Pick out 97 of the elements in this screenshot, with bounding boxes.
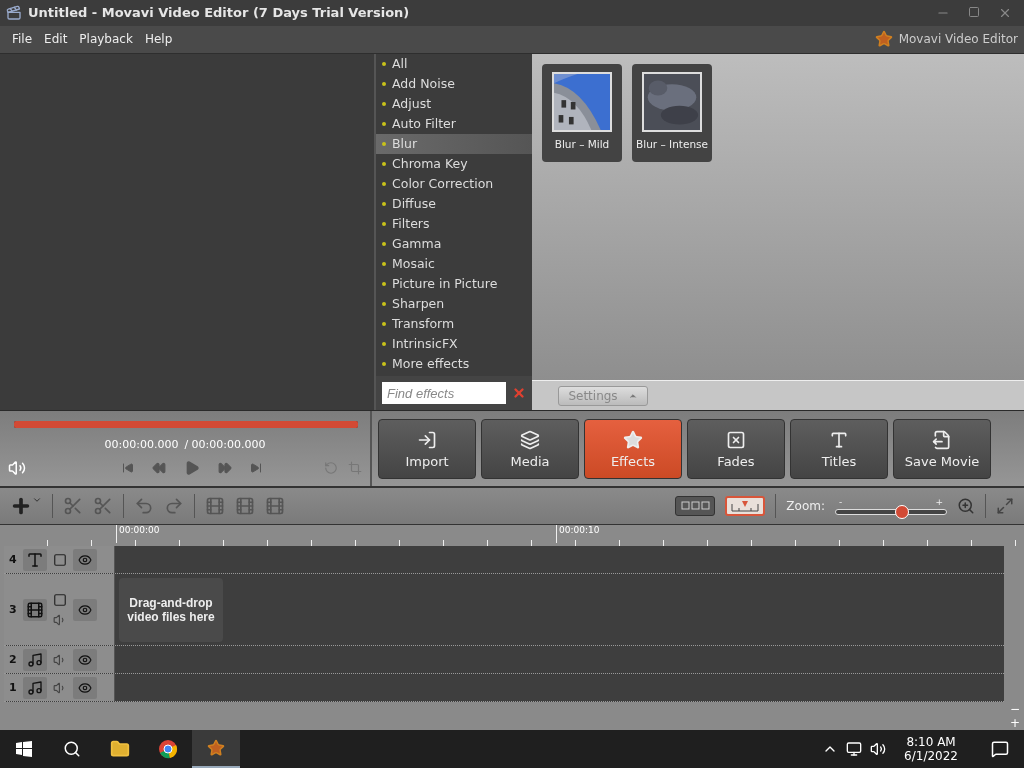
bullet-icon bbox=[382, 241, 386, 246]
current-time: 00:00:00.000 bbox=[104, 438, 179, 452]
eye-icon[interactable] bbox=[73, 548, 97, 571]
effect-category[interactable]: Chroma Key bbox=[376, 153, 532, 174]
effect-category[interactable]: Color Correction bbox=[376, 173, 532, 194]
storyboard-icon bbox=[680, 500, 711, 513]
nav-button[interactable]: Save Movie bbox=[893, 419, 991, 480]
effect-category[interactable]: Picture in Picture bbox=[376, 273, 532, 294]
logo-icon bbox=[874, 30, 893, 49]
search-field[interactable]: Find effects bbox=[382, 382, 506, 405]
clock-time[interactable]: 8:10 AM bbox=[906, 735, 956, 749]
clock-date[interactable]: 6/1/2022 bbox=[904, 749, 958, 763]
music-note-icon[interactable] bbox=[23, 648, 47, 671]
nav-button[interactable]: Effects bbox=[584, 419, 682, 480]
effect-category[interactable]: Gamma bbox=[376, 233, 532, 254]
track-number: 1 bbox=[9, 681, 17, 694]
effect-category[interactable]: Sharpen bbox=[376, 293, 532, 314]
window-title: Untitled - Movavi Video Editor (7 Days Trial Version) bbox=[28, 5, 411, 21]
drop-hint: Drag-and-drop video files here bbox=[119, 578, 223, 642]
ruler-label: 00:00:10 bbox=[556, 525, 996, 543]
menu-item[interactable]: File bbox=[6, 32, 39, 47]
star-icon bbox=[623, 429, 643, 450]
bullet-icon bbox=[382, 121, 386, 126]
nav-button[interactable]: Media bbox=[481, 419, 579, 480]
bullet-icon bbox=[382, 61, 386, 66]
total-time: / 00:00:00.000 bbox=[184, 438, 266, 452]
zoom-label: Zoom: bbox=[786, 499, 825, 514]
undo-icon[interactable] bbox=[134, 496, 154, 517]
volume-icon[interactable] bbox=[870, 741, 887, 757]
bullet-icon bbox=[382, 361, 386, 366]
film-icon[interactable] bbox=[23, 598, 47, 621]
eye-icon[interactable] bbox=[73, 598, 97, 621]
rewind-icon[interactable] bbox=[152, 461, 166, 476]
zoom-out-label: - bbox=[839, 497, 843, 507]
eye-icon[interactable] bbox=[73, 648, 97, 671]
fade-icon bbox=[726, 429, 746, 450]
network-icon[interactable] bbox=[846, 741, 863, 757]
text-icon[interactable] bbox=[23, 548, 47, 571]
timeline-icon bbox=[730, 500, 761, 513]
bullet-icon bbox=[382, 281, 386, 286]
nav-button[interactable]: Titles bbox=[790, 419, 888, 480]
effect-category[interactable]: Mosaic bbox=[376, 253, 532, 274]
bullet-icon bbox=[382, 181, 386, 186]
fullscreen-icon[interactable] bbox=[996, 497, 1014, 516]
play-icon[interactable] bbox=[184, 460, 200, 477]
effect-tile[interactable]: Blur – Intense bbox=[632, 63, 712, 162]
effect-category[interactable]: Adjust bbox=[376, 93, 532, 114]
effect-category[interactable]: IntrinsicFX bbox=[376, 333, 532, 354]
zoom-in-label: + bbox=[935, 497, 943, 507]
bullet-icon bbox=[382, 81, 386, 86]
effect-category[interactable]: Diffuse bbox=[376, 193, 532, 214]
timeline-view-button[interactable] bbox=[725, 496, 766, 517]
maximize-icon[interactable] bbox=[968, 5, 980, 20]
skip-forward-icon[interactable] bbox=[250, 462, 262, 475]
import-icon bbox=[417, 429, 437, 450]
effect-category[interactable]: Transform bbox=[376, 313, 532, 334]
clear-icon[interactable] bbox=[512, 386, 526, 401]
effect-category[interactable]: All bbox=[376, 53, 532, 74]
eye-icon[interactable] bbox=[73, 676, 97, 699]
app-icon bbox=[6, 4, 22, 21]
fast-forward-icon[interactable] bbox=[218, 461, 232, 476]
bullet-icon bbox=[382, 221, 386, 226]
scissors-icon[interactable] bbox=[63, 496, 83, 517]
bullet-icon bbox=[382, 261, 386, 266]
bullet-icon bbox=[382, 161, 386, 166]
slider-thumb[interactable] bbox=[895, 504, 909, 519]
music-note-icon[interactable] bbox=[23, 676, 47, 699]
nav-button[interactable]: Import bbox=[378, 419, 476, 480]
export-icon bbox=[932, 429, 952, 450]
redo-icon[interactable] bbox=[164, 496, 184, 517]
effect-category[interactable]: Add Noise bbox=[376, 73, 532, 94]
bullet-icon bbox=[382, 101, 386, 106]
menu-item[interactable]: Edit bbox=[38, 32, 74, 47]
nav-button[interactable]: Fades bbox=[687, 419, 785, 480]
menu-item[interactable]: Help bbox=[138, 32, 179, 47]
scissors-icon[interactable] bbox=[93, 496, 113, 517]
bullet-icon bbox=[382, 301, 386, 306]
bullet-icon bbox=[382, 141, 386, 146]
effect-category[interactable]: Auto Filter bbox=[376, 113, 532, 134]
track-number: 4 bbox=[9, 553, 17, 566]
effect-category[interactable]: Filters bbox=[376, 213, 532, 234]
zoom-icon[interactable] bbox=[957, 497, 975, 516]
menu-item[interactable]: Playback bbox=[73, 32, 139, 47]
track-number: 2 bbox=[9, 653, 17, 666]
storyboard-view-button[interactable] bbox=[675, 496, 716, 517]
layers-icon bbox=[520, 429, 540, 450]
brand-name: Movavi Video Editor bbox=[898, 32, 1018, 47]
bullet-icon bbox=[382, 341, 386, 346]
bullet-icon bbox=[382, 321, 386, 326]
effect-category[interactable]: Blur bbox=[376, 133, 532, 154]
effect-category[interactable]: More effects bbox=[376, 353, 532, 374]
effect-tile[interactable]: Blur – Mild bbox=[542, 63, 622, 162]
skip-back-icon[interactable] bbox=[122, 462, 134, 475]
bullet-icon bbox=[382, 201, 386, 206]
ruler-label: 00:00:00 bbox=[116, 525, 556, 543]
track-number: 3 bbox=[9, 603, 17, 616]
app-taskbar-icon[interactable] bbox=[192, 730, 240, 768]
